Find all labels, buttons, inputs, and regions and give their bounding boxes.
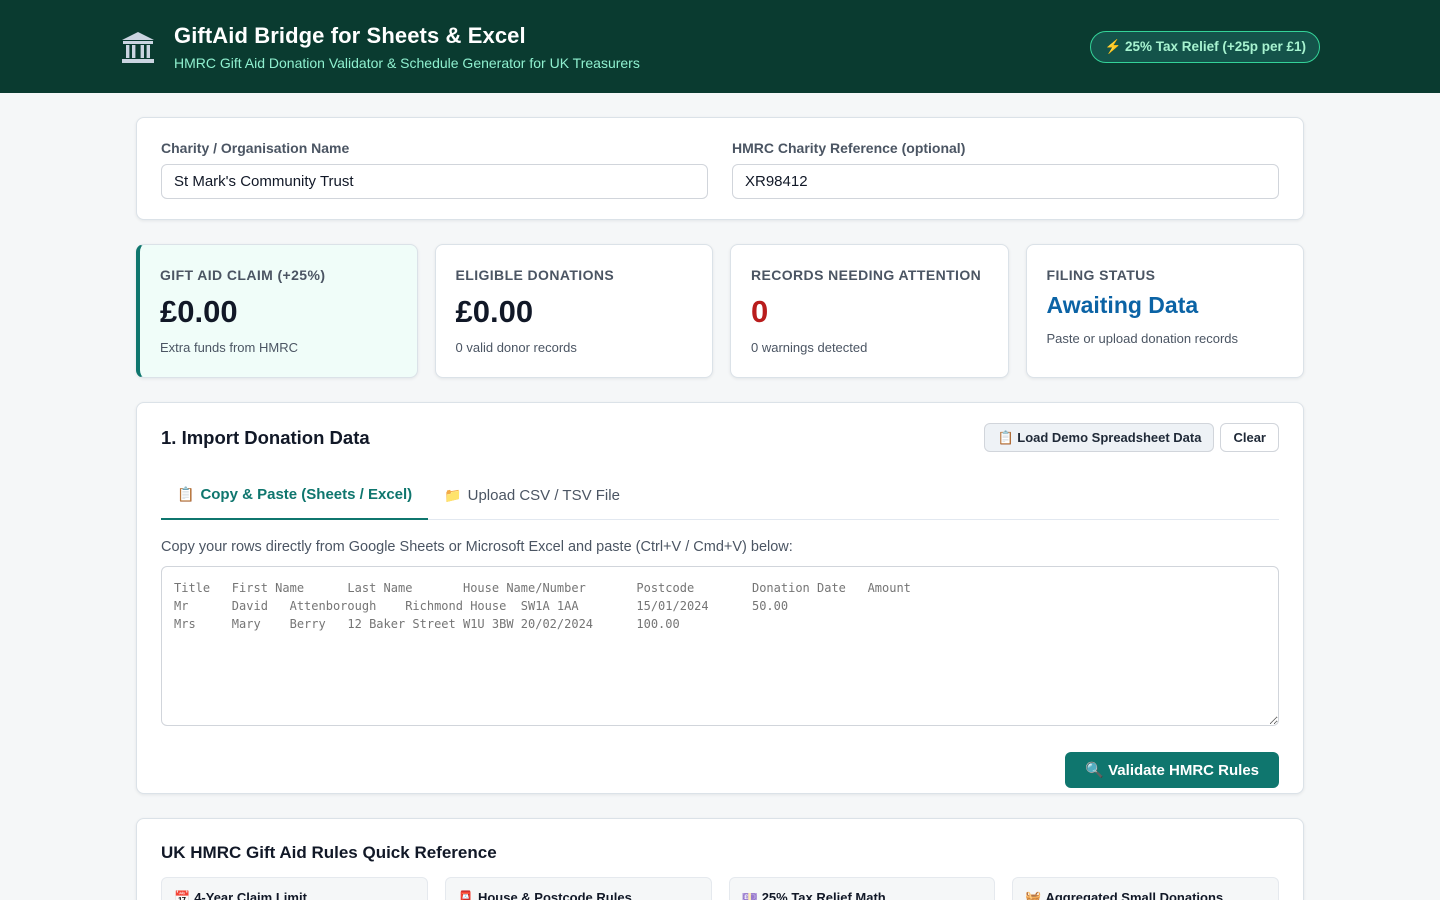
- organisation-card: Charity / Organisation Name HMRC Charity…: [136, 117, 1304, 220]
- banknote-icon: 💷: [741, 890, 758, 900]
- paste-instructions: Copy your rows directly from Google Shee…: [161, 539, 793, 555]
- brand-text: GiftAid Bridge for Sheets & Excel HMRC G…: [174, 23, 640, 71]
- summary-stats: Gift Aid Claim (+25%) £0.00 Extra funds …: [136, 244, 1304, 378]
- validate-hmrc-button[interactable]: 🔍 Validate HMRC Rules: [1065, 752, 1279, 788]
- reference-item-label: House & Postcode Rules: [477, 890, 632, 900]
- stat-label: Filing Status: [1046, 267, 1156, 283]
- stat-filing-status: Filing Status Awaiting Data Paste or upl…: [1025, 244, 1304, 378]
- import-tabs: 📋 Copy & Paste (Sheets / Excel) 📁 Upload…: [161, 471, 1279, 520]
- stat-gift-aid-claim: Gift Aid Claim (+25%) £0.00 Extra funds …: [136, 244, 418, 378]
- charity-name-field: Charity / Organisation Name: [161, 140, 708, 199]
- stat-value: £0.00: [455, 294, 534, 329]
- stat-note: Paste or upload donation records: [1046, 331, 1239, 346]
- bank-building-icon: [120, 29, 156, 65]
- hmrc-reference-input[interactable]: [732, 164, 1279, 199]
- main-content: Charity / Organisation Name HMRC Charity…: [136, 117, 1304, 900]
- charity-name-input[interactable]: [161, 164, 708, 199]
- tab-copy-paste[interactable]: 📋 Copy & Paste (Sheets / Excel): [161, 471, 429, 520]
- validate-row: 🔍 Validate HMRC Rules: [161, 752, 1279, 788]
- paste-textarea[interactable]: [161, 566, 1279, 726]
- reference-title: UK HMRC Gift Aid Rules Quick Reference: [161, 843, 497, 862]
- tab-label: Copy & Paste (Sheets / Excel): [200, 486, 413, 503]
- folder-icon: 📁: [444, 487, 462, 503]
- postbox-icon: 📮: [457, 890, 474, 900]
- import-title: 1. Import Donation Data: [161, 426, 370, 448]
- reference-item-label: Aggregated Small Donations: [1045, 890, 1224, 900]
- reference-item-tax-relief[interactable]: 💷 25% Tax Relief Math: [728, 877, 996, 900]
- app-header: GiftAid Bridge for Sheets & Excel HMRC G…: [0, 0, 1440, 93]
- calendar-icon: 📅: [174, 890, 191, 900]
- stat-records-needing-attention: Records Needing Attention 0 0 warnings d…: [730, 244, 1009, 378]
- clear-button[interactable]: Clear: [1220, 423, 1279, 452]
- reference-item-label: 25% Tax Relief Math: [761, 890, 886, 900]
- charity-name-label: Charity / Organisation Name: [161, 140, 350, 156]
- app-title: GiftAid Bridge for Sheets & Excel: [174, 22, 526, 48]
- import-card: 1. Import Donation Data 📋 Load Demo Spre…: [136, 402, 1304, 794]
- hmrc-reference-field: HMRC Charity Reference (optional): [732, 140, 1279, 199]
- tab-label: Upload CSV / TSV File: [467, 487, 620, 504]
- stat-note: Extra funds from HMRC: [160, 340, 298, 355]
- stat-label: Eligible Donations: [455, 267, 615, 283]
- stat-note: 0 valid donor records: [455, 340, 577, 355]
- tax-relief-badge: ⚡ 25% Tax Relief (+25p per £1): [1090, 30, 1320, 63]
- reference-item-postcode-rules[interactable]: 📮 House & Postcode Rules: [444, 877, 712, 900]
- app-subtitle: HMRC Gift Aid Donation Validator & Sched…: [174, 54, 640, 71]
- stat-note: 0 warnings detected: [751, 340, 868, 355]
- stat-label: Records Needing Attention: [751, 267, 982, 283]
- rules-reference-card: UK HMRC Gift Aid Rules Quick Reference 📅…: [136, 818, 1304, 900]
- load-demo-button[interactable]: 📋 Load Demo Spreadsheet Data: [984, 423, 1215, 452]
- reference-item-claim-limit[interactable]: 📅 4-Year Claim Limit: [161, 877, 428, 900]
- basket-icon: 🧺: [1025, 890, 1042, 900]
- reference-item-label: 4-Year Claim Limit: [194, 890, 307, 900]
- import-header: 1. Import Donation Data 📋 Load Demo Spre…: [161, 423, 1279, 452]
- hmrc-reference-label: HMRC Charity Reference (optional): [732, 140, 966, 156]
- tab-upload-file[interactable]: 📁 Upload CSV / TSV File: [428, 471, 636, 520]
- stat-value: £0.00: [160, 294, 238, 329]
- brand: GiftAid Bridge for Sheets & Excel HMRC G…: [120, 23, 640, 71]
- stat-value: 0: [751, 294, 769, 329]
- stat-label: Gift Aid Claim (+25%): [160, 267, 326, 283]
- import-actions: 📋 Load Demo Spreadsheet Data Clear: [984, 423, 1279, 452]
- clipboard-icon: 📋: [177, 486, 195, 502]
- stat-eligible-donations: Eligible Donations £0.00 0 valid donor r…: [434, 244, 713, 378]
- stat-value: Awaiting Data: [1046, 292, 1199, 318]
- reference-item-small-donations[interactable]: 🧺 Aggregated Small Donations: [1012, 877, 1279, 900]
- reference-grid: 📅 4-Year Claim Limit 📮 House & Postcode Ru…: [161, 877, 1279, 900]
